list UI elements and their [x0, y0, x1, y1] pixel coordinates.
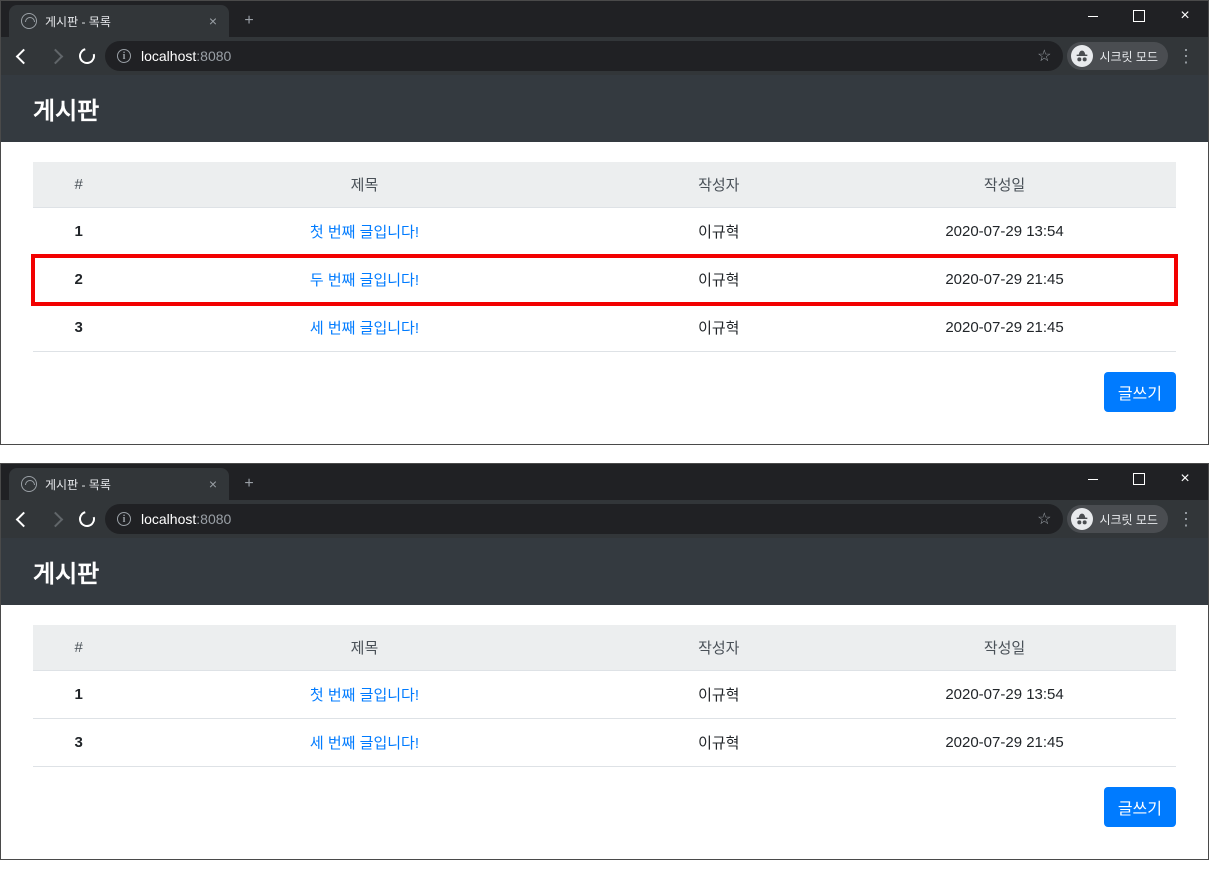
- tab-title: 게시판 - 목록: [45, 476, 111, 493]
- row-number: 3: [33, 719, 124, 767]
- col-header-number: #: [33, 162, 124, 208]
- post-link[interactable]: 첫 번째 글입니다!: [310, 687, 419, 704]
- page-body: # 제목 작성자 작성일 1 첫 번째 글입니다! 이규혁 2020-07-29…: [1, 605, 1208, 859]
- row-date: 2020-07-29 21:45: [833, 256, 1176, 304]
- post-link[interactable]: 세 번째 글입니다!: [310, 320, 419, 337]
- close-tab-icon[interactable]: ×: [209, 13, 217, 29]
- browser-toolbar: i localhost:8080 ☆ 시크릿 모드: [1, 500, 1208, 538]
- globe-icon: [21, 476, 37, 492]
- new-tab-button[interactable]: +: [235, 470, 263, 498]
- col-header-title: 제목: [124, 162, 604, 208]
- row-number: 1: [33, 671, 124, 719]
- row-title-cell: 첫 번째 글입니다!: [124, 208, 604, 256]
- row-title-cell: 두 번째 글입니다!: [124, 256, 604, 304]
- browser-window: 게시판 - 목록 × + × i localhost:8080 ☆ 시크릿 모드…: [0, 0, 1209, 445]
- col-header-number: #: [33, 625, 124, 671]
- browser-window: 게시판 - 목록 × + × i localhost:8080 ☆ 시크릿 모드…: [0, 463, 1209, 860]
- minimize-button[interactable]: [1070, 1, 1116, 31]
- table-row: 2 두 번째 글입니다! 이규혁 2020-07-29 21:45: [33, 256, 1176, 304]
- incognito-icon: [1071, 508, 1093, 530]
- board-table: # 제목 작성자 작성일 1 첫 번째 글입니다! 이규혁 2020-07-29…: [33, 162, 1176, 352]
- post-link[interactable]: 세 번째 글입니다!: [310, 735, 419, 752]
- table-row: 1 첫 번째 글입니다! 이규혁 2020-07-29 13:54: [33, 671, 1176, 719]
- row-number: 3: [33, 304, 124, 352]
- url-text: localhost:8080: [141, 511, 231, 527]
- row-author: 이규혁: [604, 304, 833, 352]
- address-bar[interactable]: i localhost:8080 ☆: [105, 41, 1063, 71]
- row-date: 2020-07-29 21:45: [833, 304, 1176, 352]
- bookmark-star-icon[interactable]: ☆: [1037, 509, 1051, 529]
- col-header-author: 작성자: [604, 625, 833, 671]
- window-controls: ×: [1070, 464, 1208, 494]
- page-body: # 제목 작성자 작성일 1 첫 번째 글입니다! 이규혁 2020-07-29…: [1, 142, 1208, 444]
- browser-tab[interactable]: 게시판 - 목록 ×: [9, 468, 229, 500]
- row-date: 2020-07-29 13:54: [833, 671, 1176, 719]
- minimize-button[interactable]: [1070, 464, 1116, 494]
- row-title-cell: 첫 번째 글입니다!: [124, 671, 604, 719]
- close-window-button[interactable]: ×: [1162, 464, 1208, 494]
- browser-menu-button[interactable]: [1172, 46, 1200, 67]
- row-number: 1: [33, 208, 124, 256]
- row-author: 이규혁: [604, 208, 833, 256]
- forward-button[interactable]: [41, 42, 69, 70]
- table-row: 3 세 번째 글입니다! 이규혁 2020-07-29 21:45: [33, 304, 1176, 352]
- url-text: localhost:8080: [141, 48, 231, 64]
- write-button[interactable]: 글쓰기: [1104, 787, 1176, 827]
- post-link[interactable]: 첫 번째 글입니다!: [310, 224, 419, 241]
- incognito-label: 시크릿 모드: [1099, 511, 1158, 528]
- page-title: 게시판: [1, 538, 1208, 605]
- tab-strip: 게시판 - 목록 × + ×: [1, 464, 1208, 500]
- post-link[interactable]: 두 번째 글입니다!: [310, 272, 419, 289]
- reload-button[interactable]: [73, 505, 101, 533]
- tab-title: 게시판 - 목록: [45, 13, 111, 30]
- close-window-button[interactable]: ×: [1162, 1, 1208, 31]
- table-row: 3 세 번째 글입니다! 이규혁 2020-07-29 21:45: [33, 719, 1176, 767]
- incognito-icon: [1071, 45, 1093, 67]
- incognito-label: 시크릿 모드: [1099, 48, 1158, 65]
- page-title: 게시판: [1, 75, 1208, 142]
- address-bar[interactable]: i localhost:8080 ☆: [105, 504, 1063, 534]
- window-controls: ×: [1070, 1, 1208, 31]
- tab-strip: 게시판 - 목록 × + ×: [1, 1, 1208, 37]
- maximize-button[interactable]: [1116, 1, 1162, 31]
- reload-button[interactable]: [73, 42, 101, 70]
- col-header-title: 제목: [124, 625, 604, 671]
- table-header-row: # 제목 작성자 작성일: [33, 162, 1176, 208]
- col-header-date: 작성일: [833, 625, 1176, 671]
- close-tab-icon[interactable]: ×: [209, 476, 217, 492]
- row-title-cell: 세 번째 글입니다!: [124, 719, 604, 767]
- forward-button[interactable]: [41, 505, 69, 533]
- row-author: 이규혁: [604, 256, 833, 304]
- bookmark-star-icon[interactable]: ☆: [1037, 46, 1051, 66]
- row-title-cell: 세 번째 글입니다!: [124, 304, 604, 352]
- row-date: 2020-07-29 13:54: [833, 208, 1176, 256]
- incognito-indicator[interactable]: 시크릿 모드: [1067, 42, 1168, 70]
- browser-tab[interactable]: 게시판 - 목록 ×: [9, 5, 229, 37]
- table-header-row: # 제목 작성자 작성일: [33, 625, 1176, 671]
- maximize-button[interactable]: [1116, 464, 1162, 494]
- write-button[interactable]: 글쓰기: [1104, 372, 1176, 412]
- row-date: 2020-07-29 21:45: [833, 719, 1176, 767]
- row-author: 이규혁: [604, 671, 833, 719]
- site-info-icon[interactable]: i: [117, 512, 131, 526]
- site-info-icon[interactable]: i: [117, 49, 131, 63]
- col-header-author: 작성자: [604, 162, 833, 208]
- browser-menu-button[interactable]: [1172, 509, 1200, 530]
- back-button[interactable]: [9, 42, 37, 70]
- globe-icon: [21, 13, 37, 29]
- new-tab-button[interactable]: +: [235, 7, 263, 35]
- row-author: 이규혁: [604, 719, 833, 767]
- table-row: 1 첫 번째 글입니다! 이규혁 2020-07-29 13:54: [33, 208, 1176, 256]
- board-table: # 제목 작성자 작성일 1 첫 번째 글입니다! 이규혁 2020-07-29…: [33, 625, 1176, 767]
- row-number: 2: [33, 256, 124, 304]
- browser-toolbar: i localhost:8080 ☆ 시크릿 모드: [1, 37, 1208, 75]
- col-header-date: 작성일: [833, 162, 1176, 208]
- incognito-indicator[interactable]: 시크릿 모드: [1067, 505, 1168, 533]
- back-button[interactable]: [9, 505, 37, 533]
